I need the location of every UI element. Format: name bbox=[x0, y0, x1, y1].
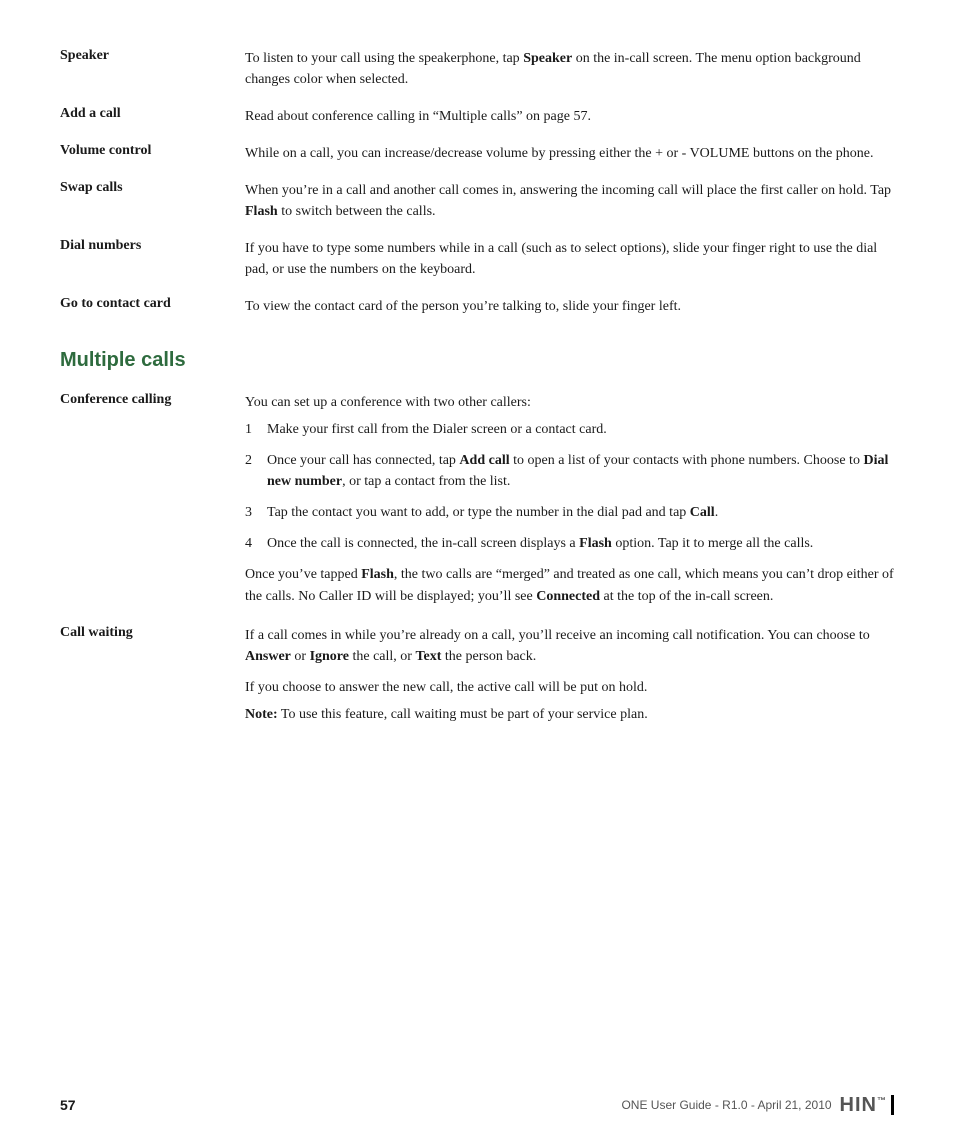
conference-def: You can set up a conference with two oth… bbox=[245, 392, 894, 607]
term-label: Speaker bbox=[60, 40, 245, 98]
step-number: 1 bbox=[245, 419, 263, 440]
term-definition: To view the contact card of the person y… bbox=[245, 288, 894, 325]
step-item: 1Make your first call from the Dialer sc… bbox=[245, 419, 894, 440]
page: SpeakerTo listen to your call using the … bbox=[0, 0, 954, 1145]
term-definition: While on a call, you can increase/decrea… bbox=[245, 135, 894, 172]
hin-logo: HIN™ bbox=[840, 1095, 894, 1115]
step-number: 3 bbox=[245, 502, 263, 523]
term-label: Dial numbers bbox=[60, 230, 245, 288]
conference-intro: You can set up a conference with two oth… bbox=[245, 392, 894, 413]
step-item: 2Once your call has connected, tap Add c… bbox=[245, 450, 894, 492]
term-definition: To listen to your call using the speaker… bbox=[245, 40, 894, 98]
footer-info: ONE User Guide - R1.0 - April 21, 2010 H… bbox=[621, 1095, 894, 1115]
cw-para3: Note: To use this feature, call waiting … bbox=[245, 704, 894, 725]
step-item: 3Tap the contact you want to add, or typ… bbox=[245, 502, 894, 523]
cw-para1: If a call comes in while you’re already … bbox=[245, 625, 894, 667]
call-waiting-term: Call waiting bbox=[60, 625, 245, 641]
step-text: Tap the contact you want to add, or type… bbox=[267, 502, 894, 523]
term-label: Volume control bbox=[60, 135, 245, 172]
call-waiting-section: Call waiting If a call comes in while yo… bbox=[60, 625, 894, 725]
page-footer: 57 ONE User Guide - R1.0 - April 21, 201… bbox=[60, 1095, 894, 1115]
term-definition: Read about conference calling in “Multip… bbox=[245, 98, 894, 135]
step-text: Once your call has connected, tap Add ca… bbox=[267, 450, 894, 492]
step-number: 2 bbox=[245, 450, 263, 471]
page-number: 57 bbox=[60, 1097, 76, 1113]
step-text: Make your first call from the Dialer scr… bbox=[267, 419, 894, 440]
conference-section: Conference calling You can set up a conf… bbox=[60, 392, 894, 607]
conference-steps: 1Make your first call from the Dialer sc… bbox=[245, 419, 894, 554]
term-label: Swap calls bbox=[60, 172, 245, 230]
term-row: Add a callRead about conference calling … bbox=[60, 98, 894, 135]
footer-text: ONE User Guide - R1.0 - April 21, 2010 bbox=[621, 1098, 831, 1112]
term-definition: When you’re in a call and another call c… bbox=[245, 172, 894, 230]
section-heading: Multiple calls bbox=[60, 349, 894, 372]
term-row: Volume controlWhile on a call, you can i… bbox=[60, 135, 894, 172]
term-label: Add a call bbox=[60, 98, 245, 135]
step-item: 4Once the call is connected, the in-call… bbox=[245, 533, 894, 554]
term-row: SpeakerTo listen to your call using the … bbox=[60, 40, 894, 98]
conference-term: Conference calling bbox=[60, 392, 245, 408]
call-waiting-def: If a call comes in while you’re already … bbox=[245, 625, 894, 725]
step-number: 4 bbox=[245, 533, 263, 554]
terms-table: SpeakerTo listen to your call using the … bbox=[60, 40, 894, 325]
term-label: Go to contact card bbox=[60, 288, 245, 325]
cw-para2: If you choose to answer the new call, th… bbox=[245, 677, 894, 698]
conference-extra: Once you’ve tapped Flash, the two calls … bbox=[245, 564, 894, 607]
term-row: Dial numbersIf you have to type some num… bbox=[60, 230, 894, 288]
step-text: Once the call is connected, the in-call … bbox=[267, 533, 894, 554]
term-row: Swap callsWhen you’re in a call and anot… bbox=[60, 172, 894, 230]
term-row: Go to contact cardTo view the contact ca… bbox=[60, 288, 894, 325]
term-definition: If you have to type some numbers while i… bbox=[245, 230, 894, 288]
